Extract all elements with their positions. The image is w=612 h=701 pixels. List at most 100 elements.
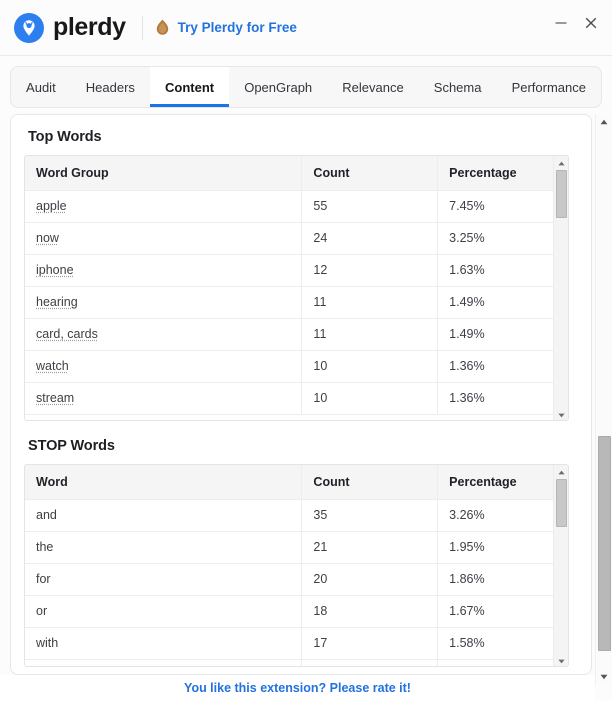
tab-bar: Audit Headers Content OpenGraph Relevanc… xyxy=(10,66,602,108)
cell-word: hearing xyxy=(25,286,303,319)
top-words-scroll-area: Word Group Count Percentage apple 55 7.4… xyxy=(25,156,568,420)
stop-words-table: Word Count Percentage and 35 3.26% the 2… xyxy=(25,465,568,666)
table-header-row: Word Count Percentage xyxy=(25,465,568,500)
cell-word: with xyxy=(25,627,303,660)
cell-percentage: 7.45% xyxy=(437,190,568,223)
table-row: the 21 1.95% xyxy=(25,531,568,564)
cell-percentage: 1.86% xyxy=(437,563,568,596)
table-row: with 17 1.58% xyxy=(25,627,568,660)
cell-count: 10 xyxy=(301,382,439,415)
cell-percentage: 1.49% xyxy=(437,286,568,319)
cell-count xyxy=(301,659,439,666)
tab-label: Performance xyxy=(511,79,586,95)
top-words-scroll-thumb[interactable] xyxy=(555,170,567,218)
tab-label: Relevance xyxy=(342,79,404,95)
try-plerdy-for-free-link[interactable]: Try Plerdy for Free xyxy=(178,20,297,35)
stop-words-table-box: Word Count Percentage and 35 3.26% the 2… xyxy=(24,464,569,667)
cell-percentage: 3.25% xyxy=(437,222,568,255)
cell-word: or xyxy=(25,595,303,628)
table-row: now 24 3.25% xyxy=(25,222,568,255)
top-words-table: Word Group Count Percentage apple 55 7.4… xyxy=(25,156,568,415)
table-row: watch 10 1.36% xyxy=(25,350,568,383)
brand: plerdy xyxy=(14,12,126,43)
title-bar: plerdy Try Plerdy for Free xyxy=(0,0,612,56)
top-words-table-box: Word Group Count Percentage apple 55 7.4… xyxy=(24,155,569,421)
cell-word: for xyxy=(25,563,303,596)
word-text: card, cards xyxy=(36,327,98,341)
cell-count: 20 xyxy=(301,563,439,596)
flame-icon xyxy=(156,19,169,36)
cell-count: 18 xyxy=(301,595,439,628)
top-words-scrollbar[interactable] xyxy=(553,156,569,420)
cell-word: the xyxy=(25,531,303,564)
stop-words-table-body: and 35 3.26% the 21 1.95% for 20 1.86% o… xyxy=(25,499,568,666)
table-row: hearing 11 1.49% xyxy=(25,286,568,319)
page-scroll-thumb[interactable] xyxy=(597,436,611,651)
cell-count: 21 xyxy=(301,531,439,564)
promo-block: Try Plerdy for Free xyxy=(156,19,297,36)
column-header-count: Count xyxy=(301,465,439,500)
tab-label: OpenGraph xyxy=(244,79,313,95)
tab-schema[interactable]: Schema xyxy=(419,67,497,107)
top-words-table-body: apple 55 7.45% now 24 3.25% iphone 12 1.… xyxy=(25,190,568,415)
word-text: apple xyxy=(36,199,67,213)
top-words-heading: Top Words xyxy=(28,129,102,145)
cell-percentage: 1.67% xyxy=(437,595,568,628)
close-button[interactable] xyxy=(576,8,606,38)
tab-content[interactable]: Content xyxy=(149,67,230,107)
scroll-down-arrow-icon[interactable] xyxy=(554,654,569,666)
tab-relevance[interactable]: Relevance xyxy=(327,67,419,107)
table-row: stream 10 1.36% xyxy=(25,382,568,415)
page-scroll-track[interactable] xyxy=(596,130,612,669)
cell-word xyxy=(25,659,303,666)
word-text: iphone xyxy=(36,263,74,277)
cell-count: 17 xyxy=(301,627,439,660)
cell-percentage xyxy=(437,659,568,666)
scroll-up-arrow-icon[interactable] xyxy=(554,156,569,170)
scroll-down-arrow-icon[interactable] xyxy=(554,408,569,420)
cell-word: watch xyxy=(25,350,303,383)
stop-words-scroll-track[interactable] xyxy=(554,479,569,654)
cell-percentage: 1.95% xyxy=(437,531,568,564)
cell-percentage: 1.63% xyxy=(437,254,568,287)
scroll-down-arrow-icon[interactable] xyxy=(596,669,612,685)
stop-words-scrollbar[interactable] xyxy=(553,465,569,666)
word-text: now xyxy=(36,231,59,245)
minimize-button[interactable] xyxy=(546,8,576,38)
scroll-up-arrow-icon[interactable] xyxy=(554,465,569,479)
top-words-scroll-track[interactable] xyxy=(554,170,569,408)
footer: You like this extension? Please rate it! xyxy=(0,675,595,701)
table-row: apple 55 7.45% xyxy=(25,190,568,223)
table-row: for 20 1.86% xyxy=(25,563,568,596)
column-header-percentage: Percentage xyxy=(437,156,568,191)
tab-headers[interactable]: Headers xyxy=(71,67,150,107)
table-row: or 18 1.67% xyxy=(25,595,568,628)
minimize-icon xyxy=(554,16,568,30)
cell-percentage: 1.36% xyxy=(437,382,568,415)
cell-word: stream xyxy=(25,382,303,415)
page-scrollbar[interactable] xyxy=(595,114,612,685)
tab-audit[interactable]: Audit xyxy=(11,67,71,107)
rate-extension-link[interactable]: You like this extension? Please rate it! xyxy=(184,681,411,695)
scroll-up-arrow-icon[interactable] xyxy=(596,114,612,130)
table-row xyxy=(25,659,568,666)
plerdy-pin-logo-icon xyxy=(14,12,44,43)
brand-divider xyxy=(141,15,143,40)
cell-count: 55 xyxy=(301,190,439,223)
tab-label: Content xyxy=(165,79,215,95)
cell-word: now xyxy=(25,222,303,255)
tab-label: Audit xyxy=(26,79,56,95)
cell-word: card, cards xyxy=(25,318,303,351)
cell-count: 12 xyxy=(301,254,439,287)
table-header-row: Word Group Count Percentage xyxy=(25,156,568,191)
word-text: watch xyxy=(36,359,69,373)
tab-bar-wrapper: Audit Headers Content OpenGraph Relevanc… xyxy=(0,56,612,108)
tab-performance[interactable]: Performance xyxy=(497,67,601,107)
window-controls xyxy=(546,8,606,38)
cell-percentage: 1.58% xyxy=(437,627,568,660)
stop-words-scroll-thumb[interactable] xyxy=(555,479,567,527)
tab-opengraph[interactable]: OpenGraph xyxy=(229,67,327,107)
plerdy-extension-window: plerdy Try Plerdy for Free Audit Headers… xyxy=(0,0,612,701)
table-row: card, cards 11 1.49% xyxy=(25,318,568,351)
brand-name: plerdy xyxy=(53,13,126,41)
